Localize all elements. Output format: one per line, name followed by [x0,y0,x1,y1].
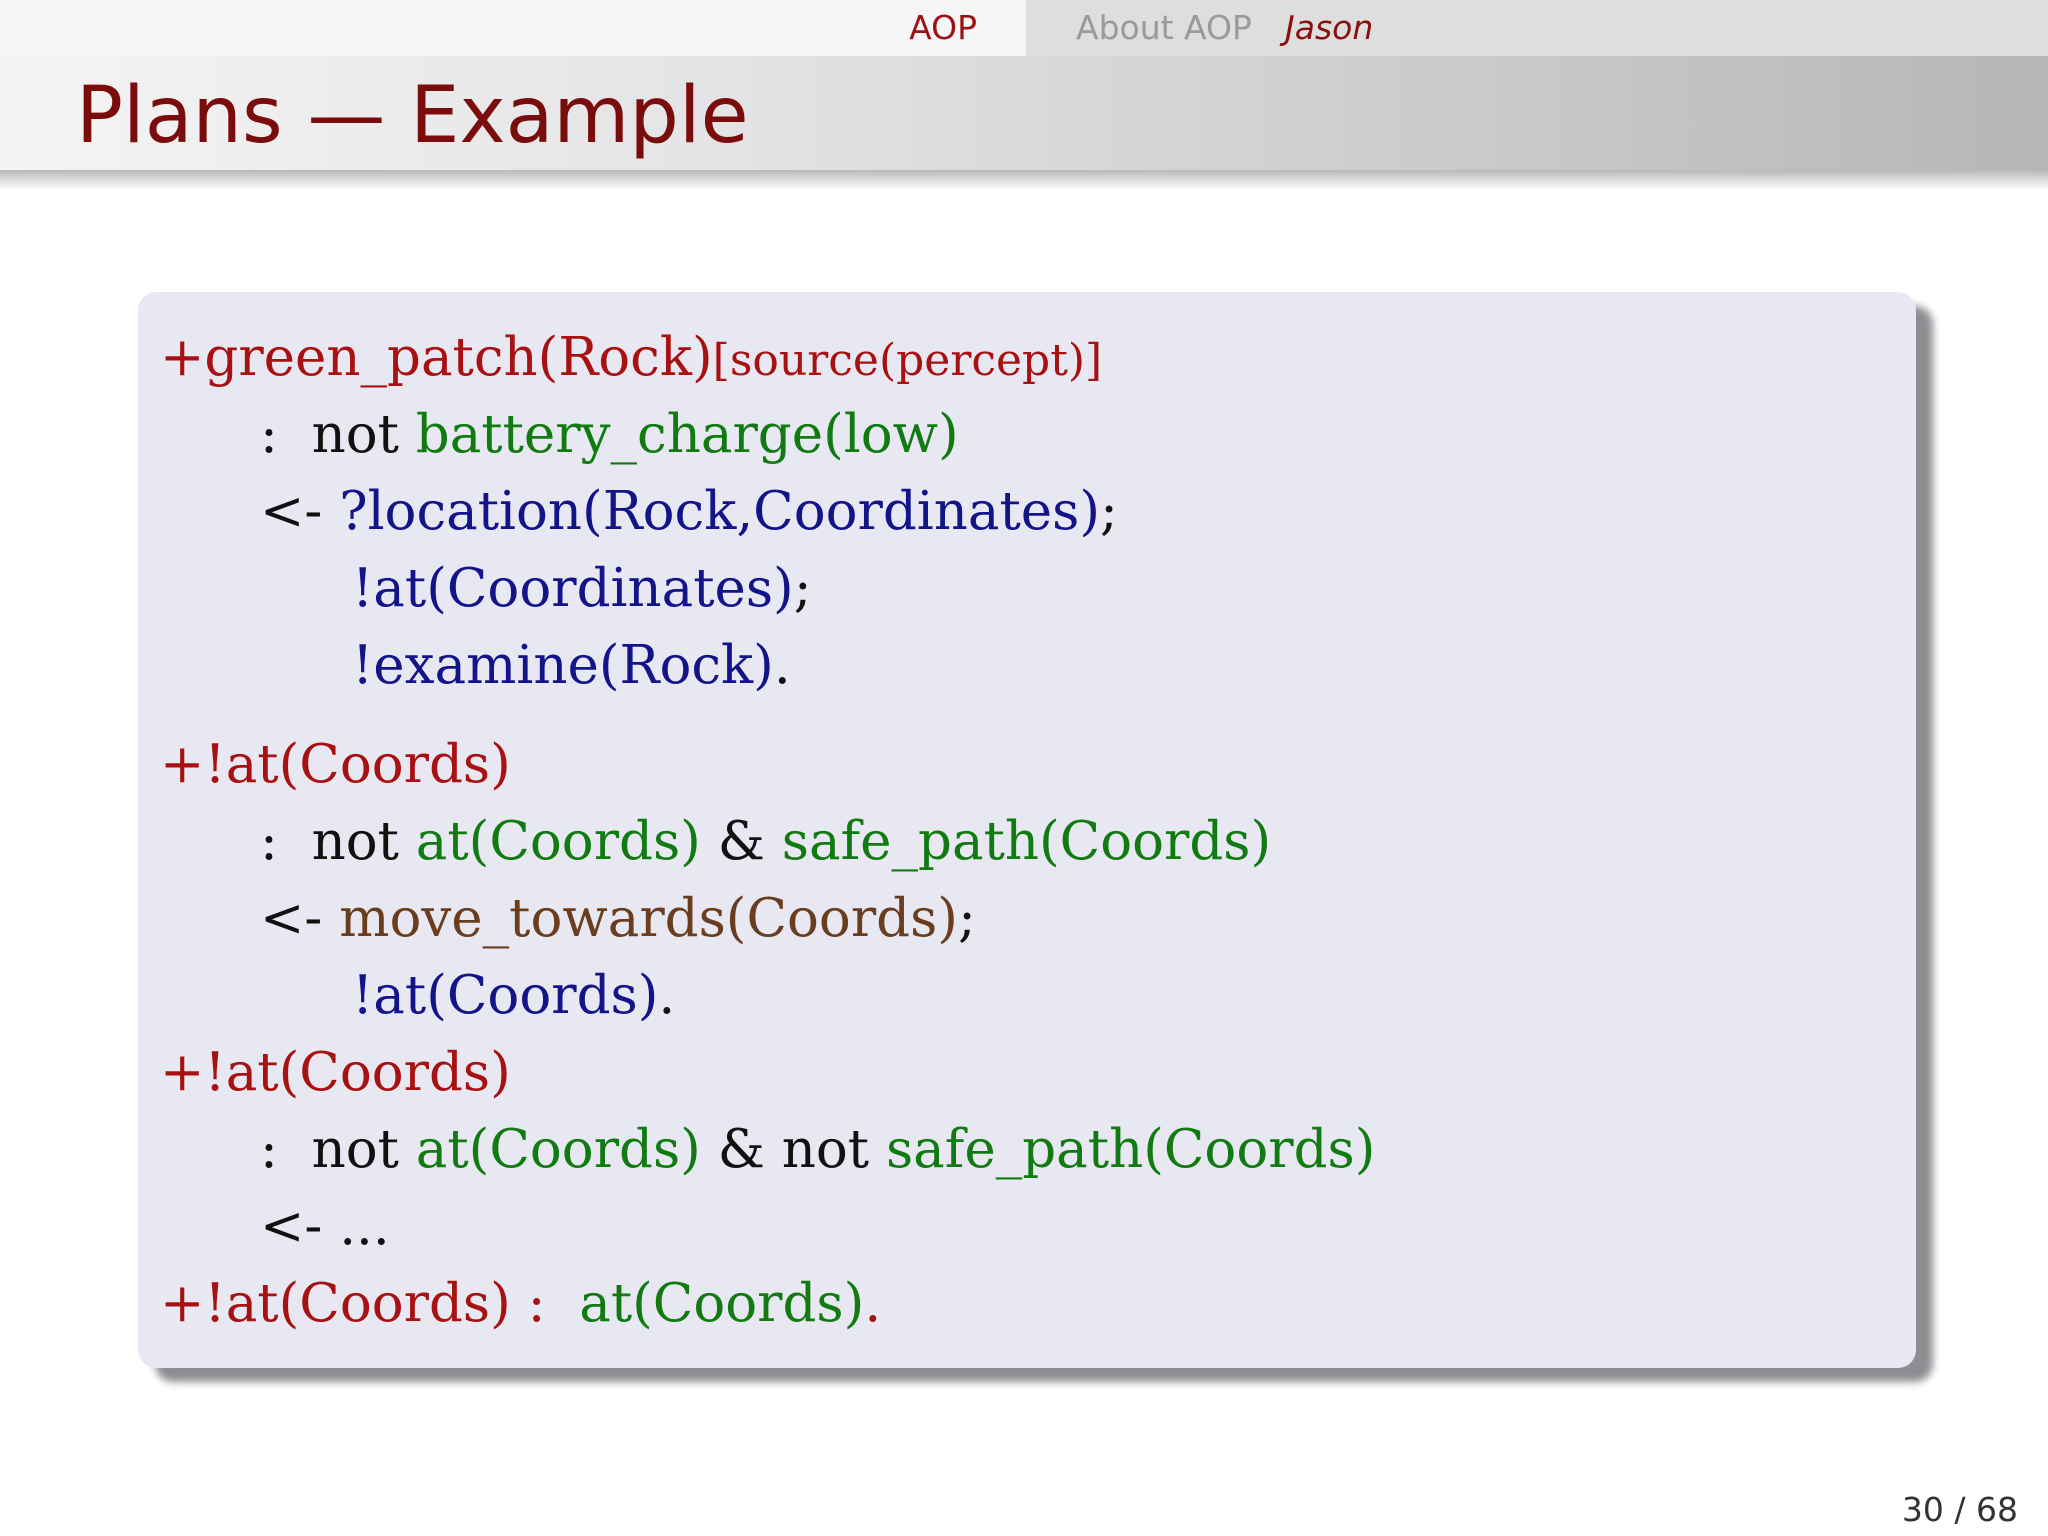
code-achieve-goal: !at(Coordinates) [352,558,794,619]
code-line-plan1-body-goal2: !examine(Rock). [352,634,791,698]
code-period: . [864,1273,882,1334]
code-period: . [658,965,676,1026]
code-context-separator: : [260,811,278,872]
code-belief: safe_path(Coords) [885,1119,1376,1180]
page-number: 30 / 68 [1902,1488,2018,1532]
title-bar-shadow [0,170,2048,190]
page-current: 30 [1901,1490,1944,1529]
code-line-plan3-trigger: +!at(Coords) [160,1041,511,1105]
code-line-plan1-body-test: <- ?location(Rock,Coordinates); [260,480,1118,544]
code-trigger-event: +!at(Coords) [160,1042,511,1103]
nav-subsection-jason[interactable]: Jason [1285,6,1373,50]
code-line-plan1-trigger: +green_patch(Rock)[source(percept)] [160,326,1102,393]
code-semicolon: ; [957,888,976,949]
code-belief: battery_charge(low) [415,404,959,465]
page-separator: / [1943,1490,1976,1529]
code-belief: safe_path(Coords) [781,811,1272,872]
code-trigger-event: +!at(Coords) [160,734,511,795]
code-line-plan2-trigger: +!at(Coords) [160,733,511,797]
page-title: Plans — Example [76,71,749,161]
code-body-arrow: <- [260,888,323,949]
code-belief: at(Coords) [579,1273,865,1334]
code-test-goal: ?location(Rock,Coordinates) [339,481,1101,542]
code-line-plan2-body-goal: !at(Coords). [352,964,675,1028]
code-line-plan2-context: : not at(Coords) & safe_path(Coords) [260,810,1271,874]
code-line-plan1-context: : not battery_charge(low) [260,403,959,467]
code-and-operator: & [717,1119,765,1180]
code-semicolon: ; [1100,481,1118,542]
nav-section-aop[interactable]: AOP [909,6,977,50]
code-annotation: [source(percept)] [712,335,1103,386]
nav-subsection-about-aop[interactable]: About AOP [1076,6,1252,50]
code-period: . [773,635,791,696]
code-semicolon: ; [793,558,812,619]
code-trigger-event: +green_patch(Rock) [160,327,713,388]
code-body-arrow: <- [260,1196,323,1257]
code-line-plan3-body: <- ... [260,1195,390,1259]
code-keyword-not: not [311,811,399,872]
code-action: move_towards(Coords) [339,888,958,949]
code-and-operator: & [717,811,765,872]
code-keyword-not: not [311,404,399,465]
code-keyword-not: not [781,1119,870,1180]
code-achieve-goal: !at(Coords) [352,965,659,1026]
code-line-plan3-context: : not at(Coords) & not safe_path(Coords) [260,1118,1375,1182]
code-belief: at(Coords) [415,811,701,872]
code-line-plan1-body-goal1: !at(Coordinates); [352,557,812,621]
code-keyword-not: not [311,1119,399,1180]
page-total: 68 [1976,1490,2018,1529]
code-line-plan2-body-action: <- move_towards(Coords); [260,887,976,951]
code-context-separator: : [527,1273,546,1334]
code-body-arrow: <- [260,481,323,542]
code-context-separator: : [260,1119,278,1180]
code-belief: at(Coords) [415,1119,701,1180]
nav-bar-left [0,0,1026,56]
code-achieve-goal: !examine(Rock) [352,635,774,696]
code-ellipsis: ... [339,1196,390,1257]
code-context-separator: : [260,404,278,465]
code-line-plan4: +!at(Coords) : at(Coords). [160,1272,881,1336]
code-trigger-event: +!at(Coords) [160,1273,511,1334]
